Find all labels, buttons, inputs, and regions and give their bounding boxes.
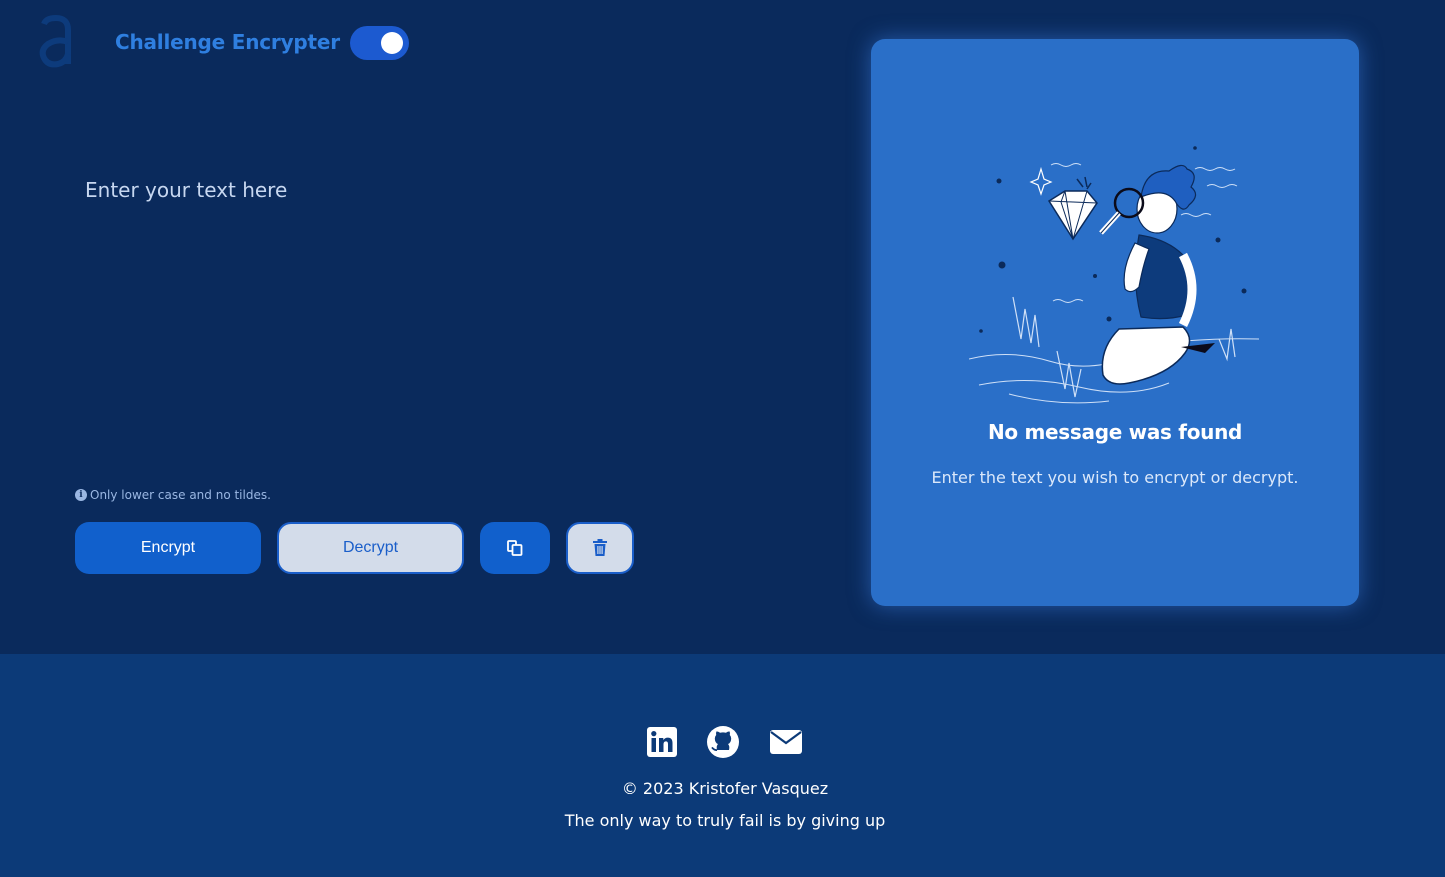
theme-toggle[interactable] [350, 26, 409, 60]
toggle-knob[interactable] [381, 32, 403, 54]
input-hint: i Only lower case and no tildes. [75, 488, 271, 502]
message-input[interactable] [75, 168, 775, 458]
info-icon: i [75, 489, 87, 501]
linkedin-icon[interactable] [645, 725, 679, 759]
footer: © 2023 Kristofer Vasquez The only way to… [0, 654, 1445, 877]
copyright-text: © 2023 Kristofer Vasquez [621, 779, 829, 798]
decrypt-button[interactable]: Decrypt [277, 522, 464, 574]
app-title: Challenge Encrypter [115, 30, 340, 54]
github-icon[interactable] [706, 725, 740, 759]
copy-icon [507, 540, 523, 556]
main-section: Challenge Encrypter i Only lower case an… [0, 0, 1445, 654]
result-subtitle: Enter the text you wish to encrypt or de… [931, 468, 1299, 487]
motto-text: The only way to truly fail is by giving … [564, 811, 886, 830]
trash-icon [593, 539, 607, 556]
encrypt-button[interactable]: Encrypt [75, 522, 261, 574]
copy-button[interactable] [480, 522, 550, 574]
hint-text: Only lower case and no tildes. [90, 488, 271, 502]
result-title: No message was found [987, 420, 1243, 444]
delete-button[interactable] [566, 522, 634, 574]
email-icon[interactable] [769, 725, 803, 759]
logo-icon[interactable] [36, 14, 76, 70]
person-searching-diamond-illustration [969, 146, 1260, 404]
result-card: No message was found Enter the text you … [871, 39, 1359, 606]
